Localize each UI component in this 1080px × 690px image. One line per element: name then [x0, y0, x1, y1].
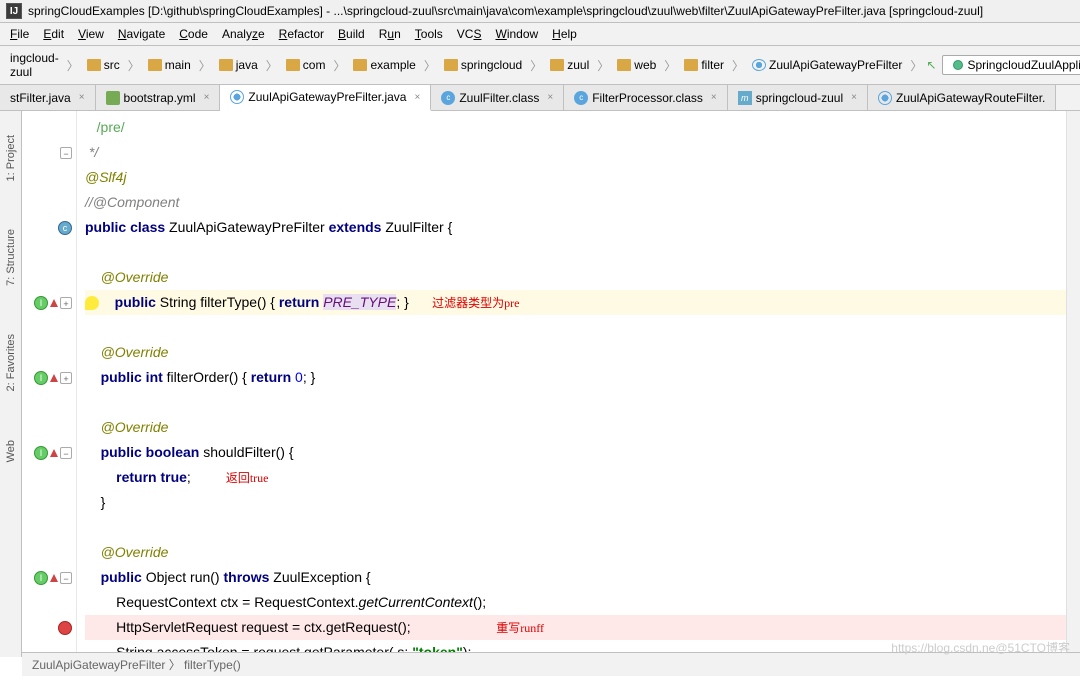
module-icon: m — [738, 91, 752, 105]
run-config-label: SpringcloudZuulApplication — [967, 58, 1080, 72]
folder-icon — [550, 59, 564, 71]
code-editor[interactable]: /pre/ */ @Slf4j //@Component public clas… — [77, 111, 1080, 657]
close-icon[interactable]: × — [851, 92, 857, 103]
breadcrumb[interactable]: filter — [680, 56, 728, 74]
tab-file[interactable]: stFilter.java× — [0, 85, 96, 110]
scrollbar[interactable] — [1066, 111, 1080, 657]
fold-icon[interactable]: + — [60, 372, 72, 384]
tab-file[interactable]: cZuulFilter.class× — [431, 85, 564, 110]
close-icon[interactable]: × — [547, 92, 553, 103]
menu-file[interactable]: File — [4, 25, 35, 43]
yml-icon — [106, 91, 120, 105]
override-icon[interactable]: I — [34, 446, 48, 460]
menu-tools[interactable]: Tools — [409, 25, 449, 43]
left-tool-strip: 1: Project 7: Structure 2: Favorites Web — [0, 111, 22, 657]
menu-bar: File Edit View Navigate Code Analyze Ref… — [0, 23, 1080, 46]
breadcrumb[interactable]: web — [613, 56, 660, 74]
watermark: https://blog.csdn.ne@51CTO博客 — [891, 639, 1070, 656]
class-icon: c — [441, 91, 455, 105]
breadcrumb[interactable]: zuul — [546, 56, 593, 74]
menu-run[interactable]: Run — [373, 25, 407, 43]
breadcrumb[interactable]: example — [349, 56, 419, 74]
fold-icon[interactable]: − — [60, 572, 72, 584]
folder-icon — [286, 59, 300, 71]
annotation-text: 返回true — [226, 471, 269, 485]
java-icon — [878, 91, 892, 105]
spring-icon — [953, 60, 963, 70]
fold-icon[interactable]: + — [60, 297, 72, 309]
gutter: − c I+ I+ I− I− — [22, 111, 77, 657]
folder-icon — [617, 59, 631, 71]
breakpoint-icon[interactable] — [58, 621, 72, 635]
folder-icon — [87, 59, 101, 71]
close-icon[interactable]: × — [414, 92, 420, 103]
close-icon[interactable]: × — [711, 92, 717, 103]
menu-build[interactable]: Build — [332, 25, 371, 43]
tool-favorites[interactable]: 2: Favorites — [5, 330, 17, 395]
breadcrumb[interactable]: ZuulApiGatewayPreFilter — [748, 56, 906, 74]
folder-icon — [148, 59, 162, 71]
fold-icon[interactable]: − — [60, 447, 72, 459]
up-arrow-icon[interactable] — [50, 299, 58, 307]
tool-structure[interactable]: 7: Structure — [5, 225, 17, 290]
breadcrumb[interactable]: src — [83, 56, 124, 74]
up-arrow-icon[interactable] — [50, 574, 58, 582]
class-icon: c — [574, 91, 588, 105]
menu-window[interactable]: Window — [489, 25, 544, 43]
breadcrumb[interactable]: java — [215, 56, 262, 74]
close-icon[interactable]: × — [204, 92, 210, 103]
breadcrumb[interactable]: ingcloud-zuul — [6, 49, 63, 81]
annotation-text: 重写runff — [496, 621, 544, 635]
tab-file[interactable]: mspringcloud-zuul× — [728, 85, 868, 110]
class-gutter-icon[interactable]: c — [58, 221, 72, 235]
menu-analyze[interactable]: Analyze — [216, 25, 271, 43]
editor-tabs: stFilter.java× bootstrap.yml× ZuulApiGat… — [0, 85, 1080, 111]
menu-navigate[interactable]: Navigate — [112, 25, 171, 43]
tab-file[interactable]: ZuulApiGatewayRouteFilter. — [868, 85, 1056, 110]
tool-web[interactable]: Web — [5, 436, 17, 466]
run-config-select[interactable]: SpringcloudZuulApplication ▾ — [942, 55, 1080, 75]
menu-view[interactable]: View — [72, 25, 110, 43]
breadcrumb[interactable]: springcloud — [440, 56, 526, 74]
menu-vcs[interactable]: VCS — [451, 25, 488, 43]
window-title: springCloudExamples [D:\github\springClo… — [28, 4, 983, 18]
app-logo-icon: IJ — [6, 3, 22, 19]
up-arrow-icon[interactable] — [50, 374, 58, 382]
menu-edit[interactable]: Edit — [37, 25, 70, 43]
bulb-icon[interactable] — [85, 296, 99, 310]
breadcrumb-status[interactable]: ZuulApiGatewayPreFilter 〉 filterType() — [32, 658, 241, 672]
breadcrumb[interactable]: com — [282, 56, 330, 74]
class-icon — [752, 59, 766, 71]
override-icon[interactable]: I — [34, 371, 48, 385]
main-area: 1: Project 7: Structure 2: Favorites Web… — [0, 111, 1080, 657]
folder-icon — [444, 59, 458, 71]
tab-file[interactable]: ZuulApiGatewayPreFilter.java× — [220, 85, 431, 111]
override-icon[interactable]: I — [34, 571, 48, 585]
folder-icon — [353, 59, 367, 71]
fold-icon[interactable]: − — [60, 147, 72, 159]
tool-project[interactable]: 1: Project — [5, 131, 17, 185]
menu-code[interactable]: Code — [173, 25, 214, 43]
up-arrow-icon[interactable] — [50, 449, 58, 457]
menu-help[interactable]: Help — [546, 25, 583, 43]
java-icon — [230, 90, 244, 104]
folder-icon — [219, 59, 233, 71]
annotation-text: 过滤器类型为pre — [432, 296, 519, 310]
tab-file[interactable]: bootstrap.yml× — [96, 85, 221, 110]
close-icon[interactable]: × — [79, 92, 85, 103]
override-icon[interactable]: I — [34, 296, 48, 310]
menu-refactor[interactable]: Refactor — [273, 25, 330, 43]
tab-file[interactable]: cFilterProcessor.class× — [564, 85, 728, 110]
title-bar: IJ springCloudExamples [D:\github\spring… — [0, 0, 1080, 23]
folder-icon — [684, 59, 698, 71]
nav-bar: ingcloud-zuul〉 src〉 main〉 java〉 com〉 exa… — [0, 46, 1080, 85]
back-arrow-icon[interactable]: ↖ — [926, 58, 936, 72]
breadcrumb[interactable]: main — [144, 56, 195, 74]
